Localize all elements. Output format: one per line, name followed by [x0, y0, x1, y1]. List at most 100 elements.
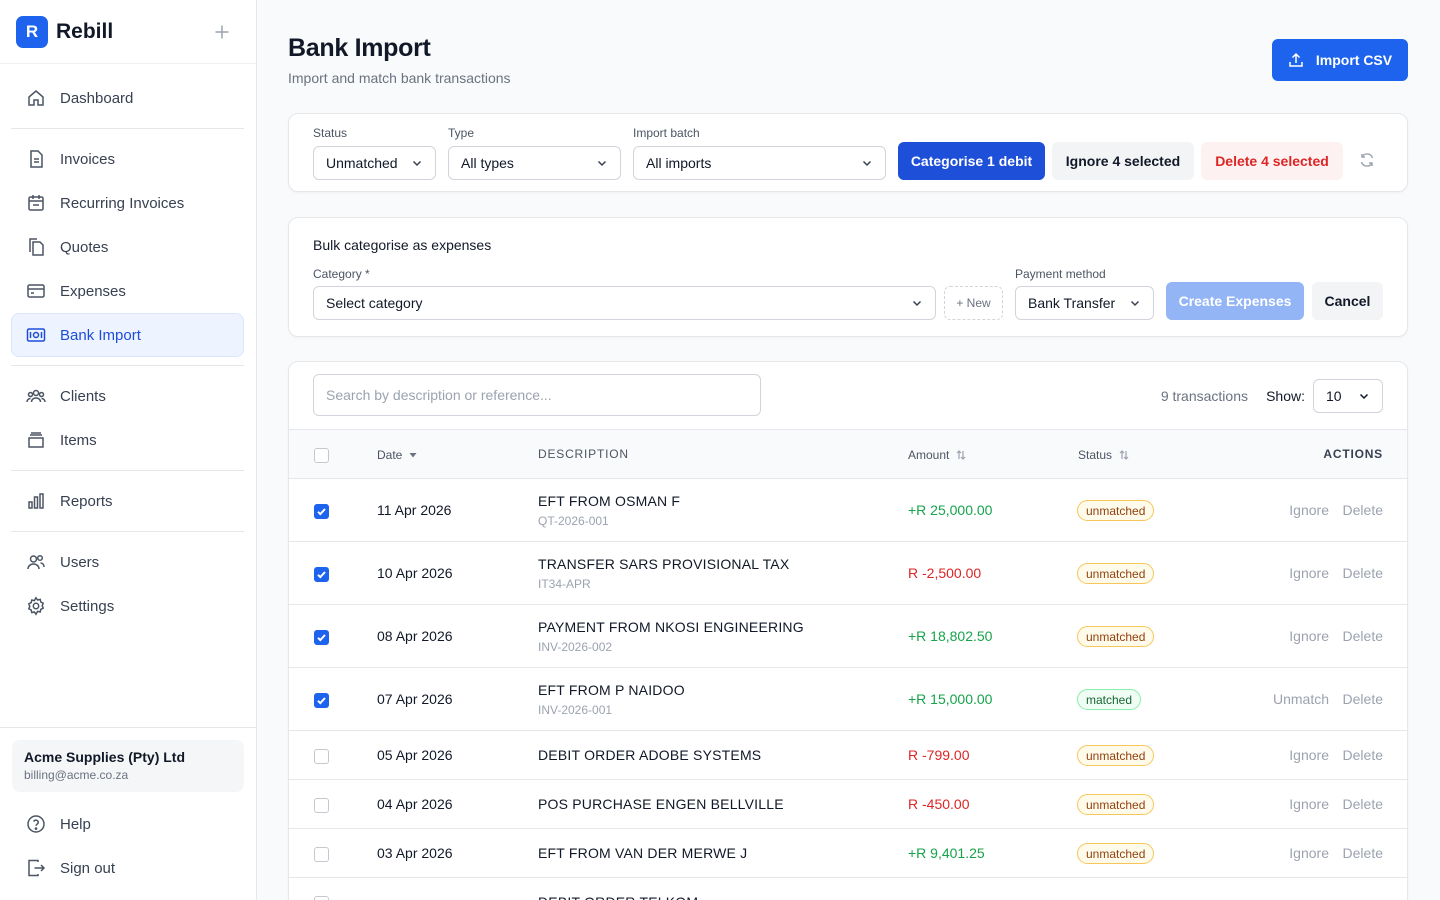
sidebar-item-help[interactable]: Help: [11, 802, 244, 846]
file-icon: [25, 148, 47, 170]
table-row[interactable]: 10 Apr 2026 TRANSFER SARS PROVISIONAL TAX…: [289, 542, 1407, 605]
row-action-primary[interactable]: Unmatch: [1273, 691, 1329, 707]
row-action-delete[interactable]: Delete: [1343, 747, 1383, 763]
table-row[interactable]: DEBIT ORDER TELKOM: [289, 878, 1407, 900]
payment-method-value: Bank Transfer: [1028, 295, 1116, 311]
row-amount: +R 18,802.50: [908, 628, 993, 644]
row-action-delete[interactable]: Delete: [1343, 845, 1383, 861]
row-action-delete[interactable]: Delete: [1343, 691, 1383, 707]
row-action-primary[interactable]: Ignore: [1289, 628, 1329, 644]
search-input[interactable]: [313, 374, 761, 416]
sidebar-item-bank-import[interactable]: Bank Import: [11, 313, 244, 357]
batch-filter-select[interactable]: All imports: [633, 146, 886, 180]
sort-desc-icon: [408, 450, 418, 460]
column-amount[interactable]: Amount: [908, 448, 967, 462]
row-action-primary[interactable]: Ignore: [1289, 796, 1329, 812]
ignore-selected-button[interactable]: Ignore 4 selected: [1052, 142, 1194, 180]
row-action-primary[interactable]: Ignore: [1289, 565, 1329, 581]
row-checkbox[interactable]: [314, 798, 329, 813]
import-csv-button[interactable]: Import CSV: [1272, 39, 1408, 81]
sidebar-item-label: Invoices: [60, 150, 116, 168]
page-subtitle: Import and match bank transactions: [288, 70, 511, 86]
select-all-checkbox[interactable]: [314, 448, 329, 463]
row-description: EFT FROM VAN DER MERWE J: [538, 845, 748, 861]
column-date-label: Date: [377, 448, 403, 462]
row-checkbox[interactable]: [314, 693, 329, 708]
payment-method-label: Payment method: [1015, 267, 1106, 281]
row-action-delete[interactable]: Delete: [1343, 796, 1383, 812]
table-row[interactable]: 05 Apr 2026 DEBIT ORDER ADOBE SYSTEMS R -7…: [289, 731, 1407, 780]
type-filter-label: Type: [448, 126, 475, 140]
sidebar-item-invoices[interactable]: Invoices: [11, 137, 244, 181]
sidebar-item-recurring-invoices[interactable]: Recurring Invoices: [11, 181, 244, 225]
row-checkbox[interactable]: [314, 567, 329, 582]
payment-method-select[interactable]: Bank Transfer: [1015, 286, 1154, 320]
org-name: Acme Supplies (Pty) Ltd: [24, 749, 186, 765]
row-reference: INV-2026-002: [538, 640, 613, 654]
status-badge: unmatched: [1077, 794, 1155, 815]
bank-note-icon: [25, 324, 47, 346]
column-status[interactable]: Status: [1078, 448, 1130, 462]
help-icon: [25, 813, 47, 835]
row-action-primary[interactable]: Ignore: [1289, 845, 1329, 861]
row-checkbox[interactable]: [314, 504, 329, 519]
column-date[interactable]: Date: [377, 448, 418, 462]
cancel-button[interactable]: Cancel: [1312, 282, 1383, 320]
sidebar-item-reports[interactable]: Reports: [11, 479, 244, 523]
category-select[interactable]: Select category: [313, 286, 936, 320]
row-action-delete[interactable]: Delete: [1343, 502, 1383, 518]
import-csv-label: Import CSV: [1315, 52, 1393, 68]
status-filter-select[interactable]: Unmatched: [313, 146, 436, 180]
chevron-down-icon: [1129, 297, 1141, 309]
page-size-select[interactable]: 10: [1313, 379, 1383, 413]
sidebar-nav: Dashboard Invoices Recurring Invoices Qu…: [11, 76, 244, 628]
row-checkbox[interactable]: [314, 630, 329, 645]
row-date: 07 Apr 2026: [377, 691, 453, 707]
row-checkbox[interactable]: [314, 749, 329, 764]
new-category-button[interactable]: + New: [944, 286, 1003, 320]
sidebar-item-label: Expenses: [60, 282, 126, 300]
sidebar-item-label: Settings: [60, 597, 115, 615]
categorise-debit-button[interactable]: Categorise 1 debit: [898, 142, 1045, 180]
transaction-count: 9 transactions: [1160, 388, 1248, 404]
org-card[interactable]: Acme Supplies (Pty) Ltd billing@acme.co.…: [12, 740, 244, 792]
sidebar-item-dashboard[interactable]: Dashboard: [11, 76, 244, 120]
sidebar-item-label: Items: [60, 431, 97, 449]
sidebar-item-items[interactable]: Items: [11, 418, 244, 462]
app-name[interactable]: Rebill: [56, 20, 113, 44]
sidebar-item-label: Recurring Invoices: [60, 194, 185, 212]
sidebar-item-settings[interactable]: Settings: [11, 584, 244, 628]
refresh-icon[interactable]: [1359, 152, 1375, 168]
status-badge: unmatched: [1077, 626, 1155, 647]
sidebar-item-expenses[interactable]: Expenses: [11, 269, 244, 313]
row-checkbox[interactable]: [314, 847, 329, 862]
row-action-delete[interactable]: Delete: [1343, 565, 1383, 581]
sidebar-item-label: Bank Import: [60, 326, 141, 344]
sidebar-item-label: Reports: [60, 492, 113, 510]
sidebar-item-label: Users: [60, 553, 100, 571]
user-group-icon: [25, 551, 47, 573]
create-expenses-button[interactable]: Create Expenses: [1166, 282, 1304, 320]
row-action-primary[interactable]: Ignore: [1289, 747, 1329, 763]
table-row[interactable]: 04 Apr 2026 POS PURCHASE ENGEN BELLVILLE R…: [289, 780, 1407, 829]
sidebar-item-quotes[interactable]: Quotes: [11, 225, 244, 269]
row-action-delete[interactable]: Delete: [1343, 628, 1383, 644]
table-row[interactable]: 03 Apr 2026 EFT FROM VAN DER MERWE J +R 9,…: [289, 829, 1407, 878]
table-row[interactable]: 11 Apr 2026 EFT FROM OSMAN F QT-2026-001 +R…: [289, 479, 1407, 542]
sidebar-item-clients[interactable]: Clients: [11, 374, 244, 418]
row-checkbox[interactable]: [314, 896, 329, 900]
sidebar-item-sign-out[interactable]: Sign out: [11, 846, 244, 890]
card-icon: [25, 280, 47, 302]
table-row[interactable]: 08 Apr 2026 PAYMENT FROM NKOSI ENGINEERIN…: [289, 605, 1407, 668]
plus-icon[interactable]: [214, 24, 230, 40]
app-logo[interactable]: R: [16, 15, 48, 48]
row-amount: R -799.00: [908, 747, 970, 763]
delete-selected-button[interactable]: Delete 4 selected: [1201, 142, 1343, 180]
type-filter-select[interactable]: All types: [448, 146, 621, 180]
filters-bar: Status Unmatched Type All types Import b…: [288, 113, 1408, 192]
sidebar-item-users[interactable]: Users: [11, 540, 244, 584]
row-action-primary[interactable]: Ignore: [1289, 502, 1329, 518]
row-reference: INV-2026-001: [538, 703, 613, 717]
table-row[interactable]: 07 Apr 2026 EFT FROM P NAIDOO INV-2026-001…: [289, 668, 1407, 731]
status-filter-value: Unmatched: [326, 155, 398, 171]
